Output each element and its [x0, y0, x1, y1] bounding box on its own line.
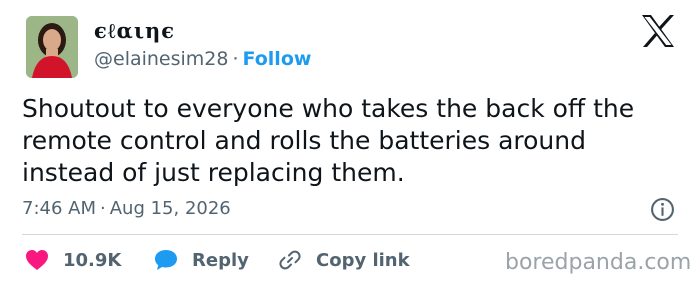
watermark: boredpanda.com	[505, 250, 692, 275]
author-handle[interactable]: @elainesim28	[94, 48, 228, 70]
heart-icon	[26, 250, 48, 270]
x-logo-icon[interactable]	[640, 14, 676, 48]
tweet-timestamp[interactable]: 7:46 AM · Aug 15, 2026	[22, 198, 231, 219]
separator-dot: ·	[100, 198, 106, 219]
copy-link-button[interactable]: Copy link	[278, 247, 410, 273]
tweet-time: 7:46 AM	[22, 198, 96, 219]
divider	[22, 234, 678, 235]
tweet-text-line: remote control and rolls the batteries a…	[22, 126, 586, 155]
author-handle-row: @elainesim28 · Follow	[94, 48, 311, 70]
tweet-text-line: Shoutout to everyone who takes the back …	[22, 94, 635, 123]
like-count: 10.9K	[63, 249, 122, 271]
tweet-text: Shoutout to everyone who takes the back …	[22, 93, 682, 189]
follow-button[interactable]: Follow	[243, 48, 312, 70]
avatar-photo	[26, 16, 78, 78]
reply-label: Reply	[192, 249, 249, 271]
avatar[interactable]	[26, 16, 78, 78]
copy-link-label: Copy link	[316, 249, 410, 271]
like-button[interactable]: 10.9K	[25, 247, 121, 273]
reply-bubble-icon	[155, 250, 177, 270]
reply-button[interactable]: Reply	[154, 247, 249, 273]
author-display-name[interactable]: ϵℓαιηϵ	[94, 18, 175, 44]
info-icon[interactable]	[650, 197, 675, 222]
tweet-date: Aug 15, 2026	[109, 198, 231, 219]
link-icon	[279, 250, 301, 270]
tweet-text-line: instead of just replacing them.	[22, 158, 405, 187]
separator-dot: ·	[232, 48, 239, 70]
